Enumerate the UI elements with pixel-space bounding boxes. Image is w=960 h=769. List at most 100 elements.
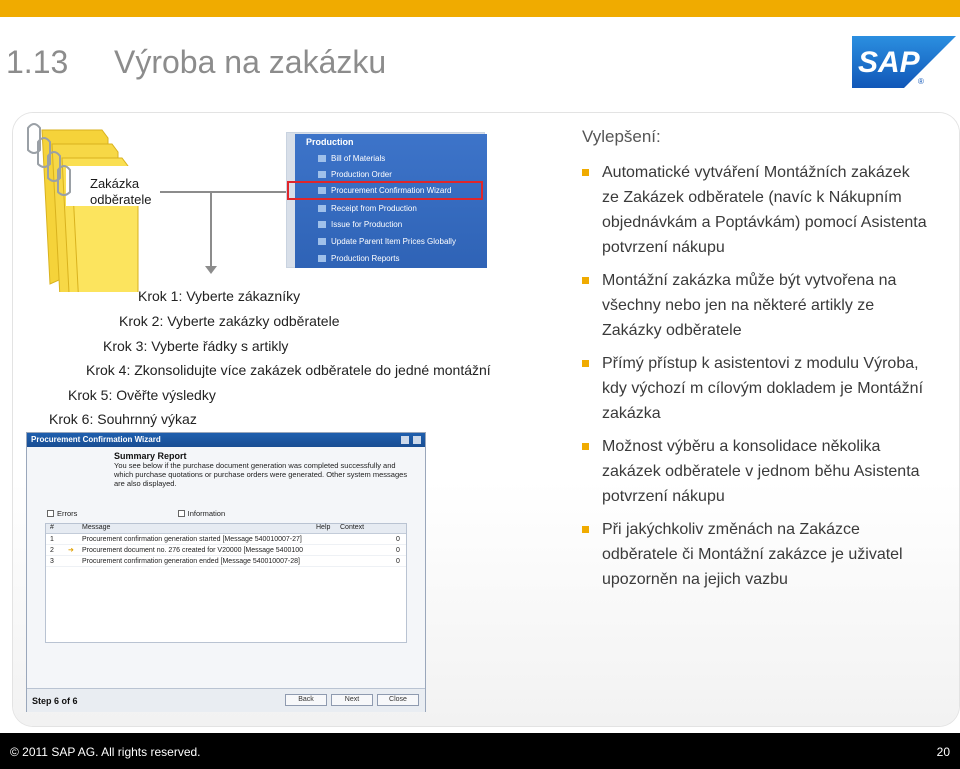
information-label: Information [187,509,226,518]
column-header: Message [82,524,111,531]
menu-item-label: Bill of Materials [331,154,386,163]
row-context: 0 [396,558,400,565]
link-arrow-icon[interactable]: ➜ [68,546,74,556]
bullet-line: odběratele či Montážní zakázce je uživat… [602,546,903,563]
bullet-line: zakázek odběratele v jednom běhu Asisten… [602,463,920,480]
menu-header[interactable]: Production [306,137,354,147]
row-message: Procurement confirmation generation star… [82,536,302,543]
improvements-title: Vylepšení: [582,127,661,146]
folder-icon [318,255,326,262]
bullet-item: Možnost výběru a konsolidace několika za… [582,434,954,509]
menu-item-update-prices[interactable]: Update Parent Item Prices Globally [318,235,456,249]
table-row[interactable]: 3 Procurement confirmation generation en… [46,557,406,567]
bullet-line: Zakázky odběratele [602,322,742,339]
bullet-text: Automatické vytváření Montážních zakázek… [602,160,954,260]
bullet-text: Možnost výběru a konsolidace několika za… [602,434,954,509]
wizard-step-indicator: Step 6 of 6 [32,696,78,706]
wizard-title-bar: Procurement Confirmation Wizard [27,433,425,447]
row-number: 3 [50,558,54,565]
arrow-down-icon [205,266,217,274]
row-number: 1 [50,536,54,543]
section-title: Výroba na zakázku [114,44,387,80]
wizard-filters: Errors Information [47,509,225,518]
wizard-text-line: which purchase quotations or purchase or… [114,470,408,479]
bullet-line: upozorněn na jejich vazbu [602,571,788,588]
menu-item-bom[interactable]: Bill of Materials [318,152,385,166]
document-icon [318,238,326,245]
bullet-line: kdy výchozí m cílovým dokladem je Montáž… [602,380,924,397]
step-1: Krok 1: Vyberte zákazníky [138,288,301,304]
bullet-line: ze Zakázek odběratele (navíc k Nákupním [602,189,902,206]
document-icon [318,155,326,162]
page-number: 20 [936,745,950,759]
menu-highlight-box [287,181,483,200]
step-2: Krok 2: Vyberte zakázky odběratele [119,313,340,329]
bullet-line: Automatické vytváření Montážních zakázek [602,164,910,181]
copyright-text: © 2011 SAP AG. All rights reserved. [10,745,201,759]
bullet-item: Přímý přístup k asistentovi z modulu Výr… [582,351,954,426]
procurement-wizard-window: Procurement Confirmation Wizard Summary … [26,432,426,712]
menu-item-reports[interactable]: Production Reports [318,252,399,266]
step-5: Krok 5: Ověřte výsledky [68,387,216,403]
folder-label-line1: Zakázka [90,176,140,191]
information-checkbox[interactable] [177,510,185,517]
footer-bar: © 2011 SAP AG. All rights reserved. 20 [0,733,960,769]
bullet-item: Montážní zakázka může být vytvořena na v… [582,268,954,343]
errors-checkbox[interactable] [47,510,54,517]
bullet-line: potvrzení nákupu [602,239,725,256]
column-header: Context [340,524,365,531]
bullet-square-icon [582,443,589,450]
step-3: Krok 3: Vyberte řádky s artikly [103,338,289,354]
row-number: 2 [50,547,54,554]
wizard-text-line: are also displayed. [114,479,177,488]
row-context: 0 [396,536,400,543]
bullet-item: Při jakýchkoliv změnách na Zakázce odběr… [582,517,954,592]
bullet-line: všechny nebo jen na některé artikly ze [602,297,875,314]
menu-item-label: Update Parent Item Prices Globally [331,237,456,246]
bullet-line: Možnost výběru a konsolidace několika [602,438,881,455]
top-accent-bar [0,0,960,17]
step-6: Krok 6: Souhrnný výkaz [49,411,197,427]
menu-item-label: Issue for Production [331,220,403,229]
step-4: Krok 4: Zkonsolidujte více zakázek odběr… [86,362,491,378]
wizard-title: Procurement Confirmation Wizard [31,435,161,444]
menu-item-label: Production Order [331,170,392,179]
back-button[interactable]: Back [285,694,327,706]
wizard-description: You see below if the purchase document g… [114,461,414,488]
bullet-square-icon [582,169,589,176]
folder-label: Zakázka odběratele [90,176,151,208]
bullet-line: Montážní zakázka může být vytvořena na [602,272,897,289]
page-title: 1.13 Výroba na zakázku [6,44,386,81]
minimize-icon[interactable] [401,436,409,444]
menu-item-label: Receipt from Production [331,204,417,213]
close-icon[interactable] [413,436,421,444]
menu-item-label: Production Reports [331,254,400,263]
row-context: 0 [396,547,400,554]
document-icon [318,221,326,228]
menu-item-production-order[interactable]: Production Order [318,168,392,182]
document-icon [318,205,326,212]
menu-item-issue[interactable]: Issue for Production [318,218,402,232]
table-header: # Message Help Context [46,524,406,534]
sap-logo: SAP ® [852,36,956,88]
sap-logo-text: SAP [858,46,921,79]
bullet-text: Při jakýchkoliv změnách na Zakázce odběr… [602,517,954,592]
document-icon [318,171,326,178]
bullet-square-icon [582,360,589,367]
bullet-square-icon [582,526,589,533]
bullet-text: Přímý přístup k asistentovi z modulu Výr… [602,351,954,426]
bullet-line: zakázka [602,405,661,422]
bullet-square-icon [582,277,589,284]
connector-line [160,191,288,193]
next-button[interactable]: Next [331,694,373,706]
close-button[interactable]: Close [377,694,419,706]
bullet-line: Při jakýchkoliv změnách na Zakázce [602,521,860,538]
bullet-item: Automatické vytváření Montážních zakázek… [582,160,954,260]
table-row[interactable]: 1 Procurement confirmation generation st… [46,535,406,545]
table-row[interactable]: 2 ➜ Procurement document no. 276 created… [46,546,406,556]
errors-label: Errors [57,509,78,518]
connector-line-down [210,192,212,270]
bullet-text: Montážní zakázka může být vytvořena na v… [602,268,954,343]
row-message: Procurement confirmation generation ende… [82,558,300,565]
menu-item-receipt[interactable]: Receipt from Production [318,202,417,216]
